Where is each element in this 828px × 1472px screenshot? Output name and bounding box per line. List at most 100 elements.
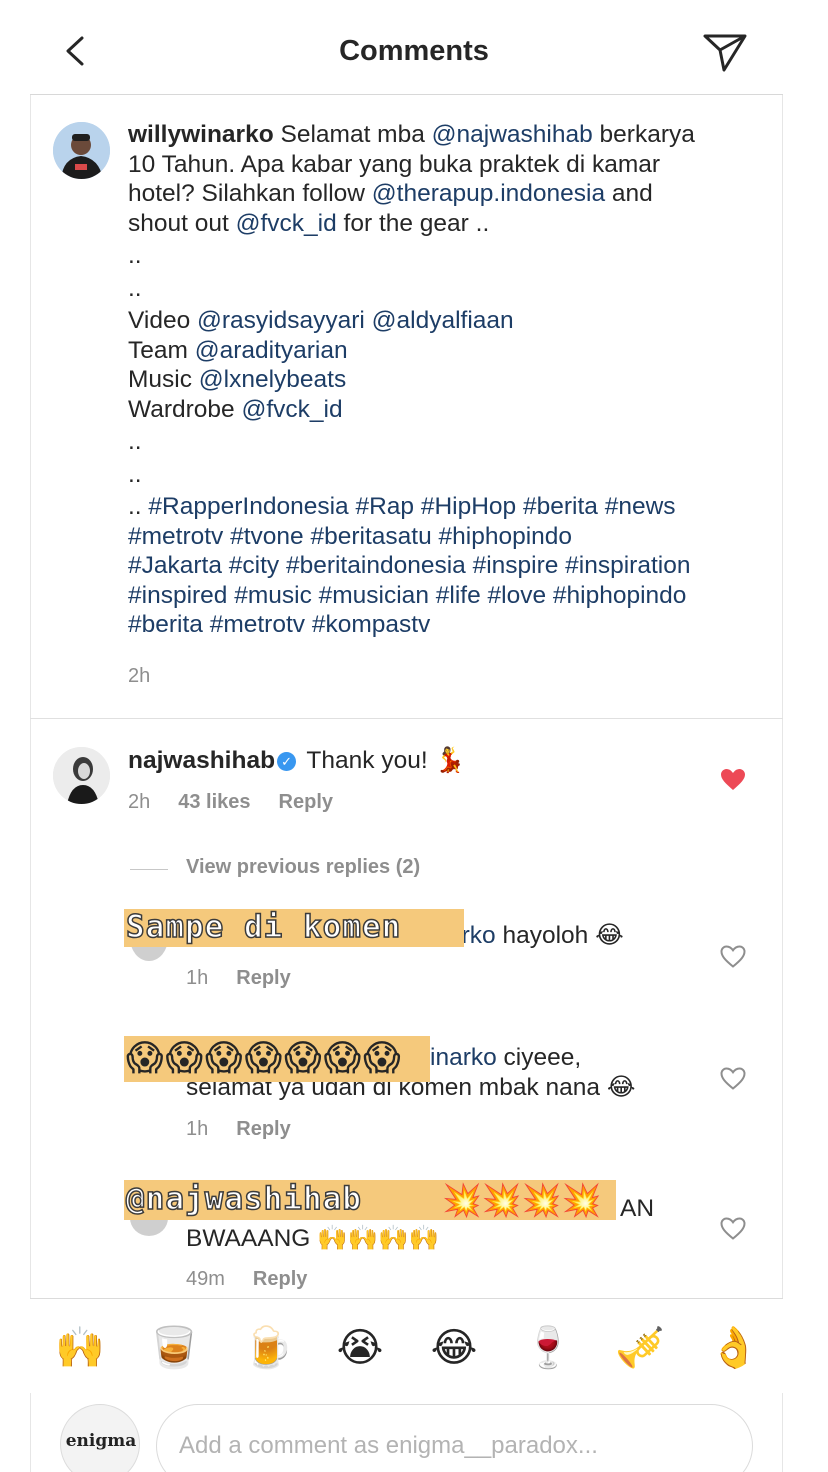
emoji-trumpet[interactable]: 🎺 <box>614 1322 666 1374</box>
comment-meta: 2h 43 likes Reply <box>128 791 333 814</box>
reply-text-line2: BWAAANG 🙌🙌🙌🙌 <box>186 1225 440 1252</box>
reply-button[interactable]: Reply <box>253 1268 307 1290</box>
mention-link[interactable]: @aradityarian <box>195 337 348 364</box>
caption-line: Video @rasyidsayyari @aldyalfiaan <box>128 306 758 336</box>
comment-timestamp: 2h <box>128 791 151 813</box>
caption-text-segment: 10 Tahun. Apa kabar yang buka praktek di… <box>128 150 661 178</box>
caption-text-segment: Selamat mba <box>273 121 432 148</box>
caption-text-segment: Video <box>128 307 198 334</box>
caption-text-segment: .. <box>128 428 142 455</box>
caption-line: hotel? Silahkan follow @therapup.indones… <box>128 179 758 209</box>
emoji-crying-face[interactable]: 😭 <box>334 1322 386 1374</box>
sticker-emoji: 😱😱😱😱😱😱😱 <box>126 1038 403 1079</box>
reply-text: hayoloh 😂 <box>495 922 624 949</box>
emoji-ok-hand[interactable]: 👌 <box>708 1322 760 1374</box>
hashtag-link[interactable]: #Jakarta #city #beritaindonesia #inspire… <box>128 552 690 579</box>
hashtag-link[interactable]: #RapperIndonesia #Rap #HipHop #berita #n… <box>148 493 675 520</box>
caption-text-segment: .. <box>128 493 149 520</box>
view-previous-replies[interactable]: View previous replies (2) <box>186 856 420 879</box>
hashtag-link[interactable]: #metrotv #tvone #beritasatu #hiphopindo <box>128 523 572 550</box>
sticker-overlay: @najwashihab 💥💥💥💥 <box>124 1180 616 1220</box>
verified-badge-icon: ✓ <box>277 752 297 771</box>
caption-line: #berita #metrotv #kompastv <box>128 610 758 640</box>
avatar-willywinarko[interactable] <box>53 122 110 179</box>
mention-link[interactable]: @najwashihab <box>432 121 593 148</box>
caption-username[interactable]: willywinarko <box>128 121 274 148</box>
caption-text-segment <box>365 307 372 334</box>
sticker-overlay: 😱😱😱😱😱😱😱 <box>124 1036 430 1082</box>
reply-text: AN <box>620 1195 655 1222</box>
emoji-raising-hands[interactable]: 🙌 <box>54 1322 106 1374</box>
mention-link[interactable]: @lxnelybeats <box>199 366 346 393</box>
view-replies-line <box>130 869 168 870</box>
caption-line: .. <box>128 274 758 304</box>
share-button[interactable] <box>700 28 750 74</box>
like-button[interactable] <box>720 945 746 969</box>
emoji-tumbler-glass[interactable]: 🥃 <box>148 1322 200 1374</box>
hashtag-link[interactable]: #inspired #music #musician #life #love #… <box>128 582 686 609</box>
reply-meta: 49m Reply <box>186 1268 307 1291</box>
avatar-image <box>53 122 110 179</box>
reply-button[interactable]: Reply <box>236 1118 290 1140</box>
caption-line: shout out @fvck_id for the gear .. <box>128 209 758 239</box>
reply-button[interactable]: Reply <box>279 791 333 813</box>
divider <box>30 718 783 719</box>
comment-body: najwashihab ✓ Thank you! 💃 <box>128 745 465 776</box>
emoji-beer-mug[interactable]: 🍺 <box>242 1322 294 1374</box>
heart-filled-icon <box>721 769 745 790</box>
mention-link[interactable]: @rasyidsayyari <box>197 307 365 334</box>
caption-line: #metrotv #tvone #beritasatu #hiphopindo <box>128 522 758 552</box>
comment-username[interactable]: najwashihab <box>128 747 275 774</box>
reply-timestamp: 49m <box>186 1268 225 1290</box>
mention-link[interactable]: @aldyalfiaan <box>372 307 514 334</box>
reply-text: ciyeee, <box>496 1044 582 1071</box>
caption-text-segment: hotel? Silahkan follow <box>128 180 372 207</box>
caption-text-segment: .. <box>128 460 142 488</box>
caption-text: willywinarko Selamat mba @najwashihab be… <box>128 120 758 640</box>
my-avatar[interactable]: enigma <box>60 1404 140 1472</box>
caption-line: 10 Tahun. Apa kabar yang buka praktek di… <box>128 150 758 180</box>
heart-outline-icon <box>720 1067 746 1090</box>
caption-text-segment: Music <box>128 366 199 393</box>
frame-border-left <box>30 0 31 1472</box>
caption-line: Music @lxnelybeats <box>128 365 758 395</box>
emoji-tears-of-joy[interactable]: 😂 <box>428 1322 480 1374</box>
emoji-wine-glass[interactable]: 🍷 <box>522 1322 574 1374</box>
sticker-overlay: Sampe di komen <box>124 908 464 947</box>
heart-outline-icon <box>720 945 746 968</box>
caption-timestamp: 2h <box>128 665 151 687</box>
like-button[interactable] <box>720 1067 746 1091</box>
caption-line: Team @aradityarian <box>128 336 758 366</box>
sticker-text: Sampe di komen <box>125 908 402 946</box>
avatar-najwashihab[interactable] <box>53 747 110 804</box>
avatar-logo-text: enigma <box>65 1431 137 1451</box>
caption-line: .. <box>128 460 758 490</box>
caption-line: #Jakarta #city #beritaindonesia #inspire… <box>128 551 758 581</box>
frame-border-right <box>782 0 783 1472</box>
reply-meta: 1h Reply <box>186 1118 291 1141</box>
caption-line: Wardrobe @fvck_id <box>128 395 758 425</box>
caption-text-segment: for the gear .. <box>336 209 490 237</box>
caption-text-segment: and <box>605 180 653 207</box>
emoji-quick-bar <box>30 1298 783 1393</box>
reply-button[interactable]: Reply <box>236 967 290 989</box>
like-button[interactable] <box>720 768 746 792</box>
like-button[interactable] <box>720 1217 746 1241</box>
caption-text-segment: .. <box>128 274 142 302</box>
caption-line: willywinarko Selamat mba @najwashihab be… <box>128 120 758 150</box>
comment-input[interactable] <box>156 1404 753 1472</box>
caption-text-segment: berkarya <box>592 121 695 148</box>
mention-link[interactable]: @fvck_id <box>241 396 342 423</box>
caption-text-segment: shout out <box>128 209 236 237</box>
caption-text-segment: Team <box>128 336 195 364</box>
dancer-emoji: 💃 <box>434 745 465 774</box>
paper-plane-icon <box>703 34 747 72</box>
mention-link[interactable]: @therapup.indonesia <box>372 180 605 207</box>
hashtag-link[interactable]: #berita #metrotv #kompastv <box>128 611 430 638</box>
comment-likes[interactable]: 43 likes <box>178 791 250 813</box>
reply-mention[interactable]: inarko <box>430 1044 497 1071</box>
mention-link[interactable]: @fvck_id <box>236 210 337 237</box>
caption-line: .. <box>128 241 758 271</box>
heart-outline-icon <box>720 1217 746 1240</box>
caption-line: .. #RapperIndonesia #Rap #HipHop #berita… <box>128 492 758 522</box>
